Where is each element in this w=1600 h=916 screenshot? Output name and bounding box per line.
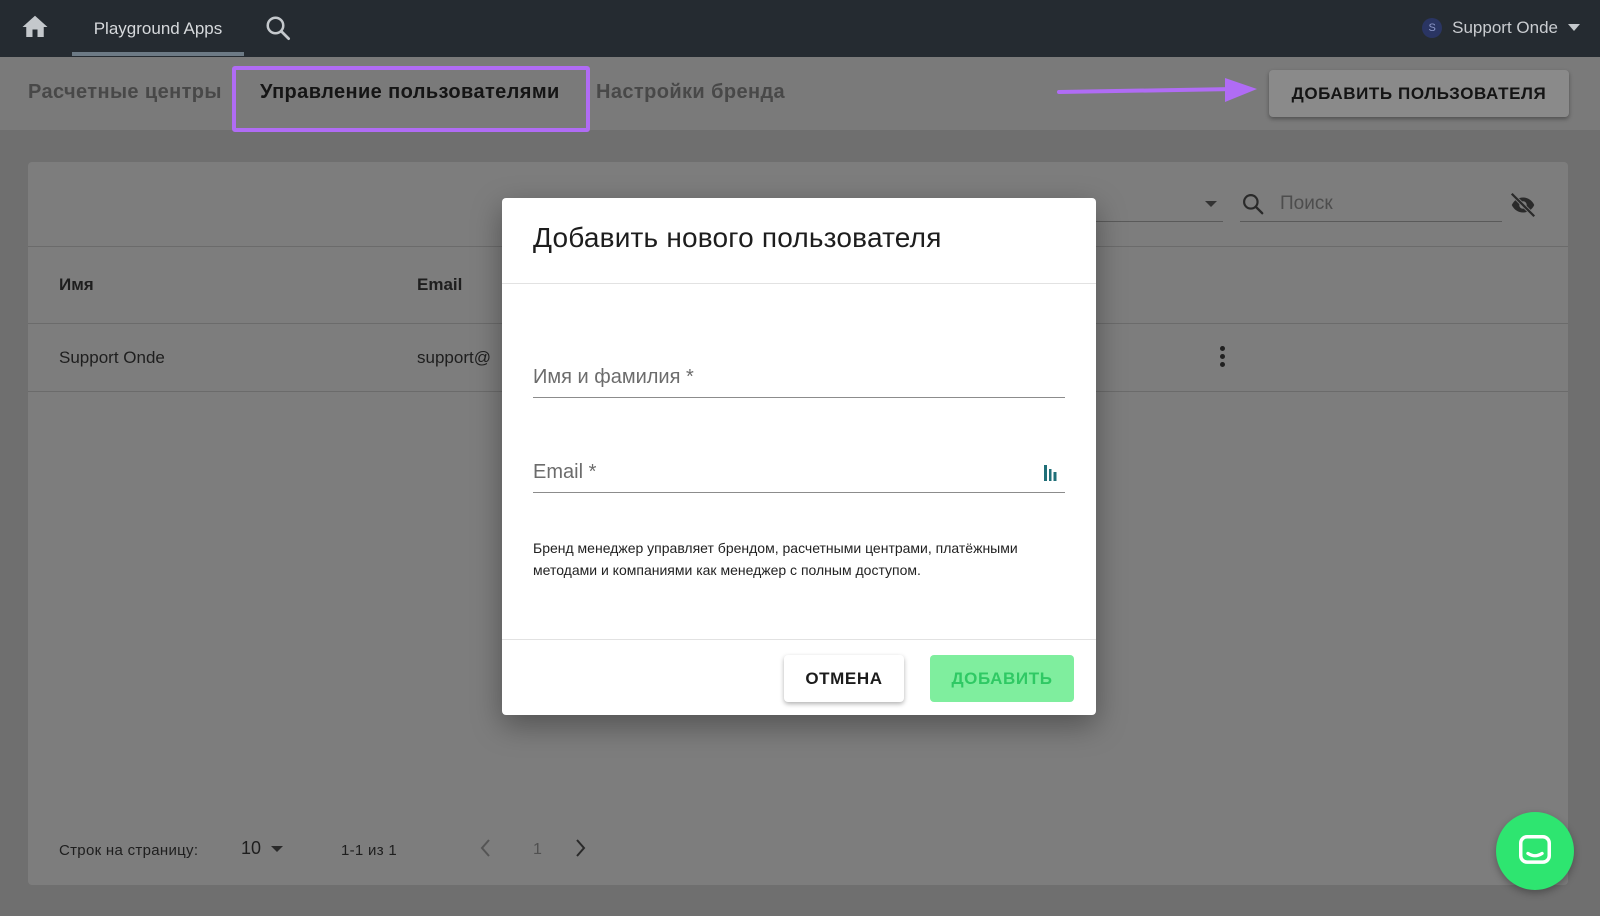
dialog-title: Добавить нового пользователя xyxy=(533,222,942,253)
page-number[interactable]: 1 xyxy=(533,841,542,859)
chevron-left-icon[interactable] xyxy=(478,837,492,859)
search-icon xyxy=(266,16,290,40)
cancel-button[interactable]: ОТМЕНА xyxy=(784,655,904,702)
email-label: Email * xyxy=(533,461,597,483)
search-button[interactable] xyxy=(263,13,293,43)
tab-brand-settings[interactable]: Настройки бренда xyxy=(596,81,785,104)
toggle-columns-button[interactable] xyxy=(1506,190,1540,220)
cell-name: Support Onde xyxy=(59,348,165,367)
full-name-label: Имя и фамилия * xyxy=(533,366,694,388)
add-user-button[interactable]: ДОБАВИТЬ ПОЛЬЗОВАТЕЛЯ xyxy=(1269,70,1569,117)
page-range: 1-1 из 1 xyxy=(341,842,398,859)
user-name: Support Onde xyxy=(1452,18,1558,37)
tab-billing-centers[interactable]: Расчетные центры xyxy=(28,81,222,104)
role-description: Бренд менеджер управляет брендом, расчет… xyxy=(533,540,1018,578)
column-header-name[interactable]: Имя xyxy=(59,275,94,295)
pagination: Строк на страницу: 10 1-1 из 1 1 xyxy=(28,805,1568,885)
home-button[interactable] xyxy=(20,12,50,42)
search-input[interactable] xyxy=(1280,193,1480,215)
column-header-email[interactable]: Email xyxy=(417,275,462,295)
chevron-down-icon xyxy=(1205,201,1217,207)
visibility-off-icon xyxy=(1510,192,1536,218)
user-menu[interactable]: S Support Onde xyxy=(1422,14,1580,42)
more-vert-icon[interactable] xyxy=(1217,346,1227,370)
add-user-dialog: Добавить нового пользователя Имя и фамил… xyxy=(502,198,1096,715)
chevron-down-icon xyxy=(1568,24,1580,31)
tab-highlight-annotation xyxy=(232,66,590,132)
top-app-bar: Playground Apps S Support Onde xyxy=(0,0,1600,57)
divider xyxy=(502,283,1096,284)
chevron-down-icon xyxy=(271,845,284,852)
active-tab-indicator xyxy=(72,52,244,56)
avatar: S xyxy=(1422,18,1443,38)
email-field[interactable]: Email * xyxy=(533,451,1065,493)
chat-icon xyxy=(1519,835,1551,864)
rows-per-page-select[interactable]: 10 xyxy=(241,838,284,859)
home-icon xyxy=(22,15,48,37)
rows-per-page-value: 10 xyxy=(241,838,262,858)
password-manager-icon[interactable] xyxy=(1043,463,1059,483)
app-tab-playground[interactable]: Playground Apps xyxy=(72,0,244,57)
cell-email: support@ xyxy=(417,348,491,367)
rows-per-page-label: Строк на страницу: xyxy=(59,842,199,859)
search-icon xyxy=(1243,194,1264,215)
search-field xyxy=(1240,187,1502,222)
arrow-annotation-icon xyxy=(1057,78,1257,102)
submit-add-button[interactable]: ДОБАВИТЬ xyxy=(930,655,1074,702)
full-name-field[interactable]: Имя и фамилия * xyxy=(533,356,1065,398)
chevron-right-icon[interactable] xyxy=(574,837,588,859)
divider xyxy=(502,639,1096,640)
filter-select[interactable] xyxy=(1093,187,1223,222)
chat-launcher-button[interactable] xyxy=(1496,812,1574,890)
